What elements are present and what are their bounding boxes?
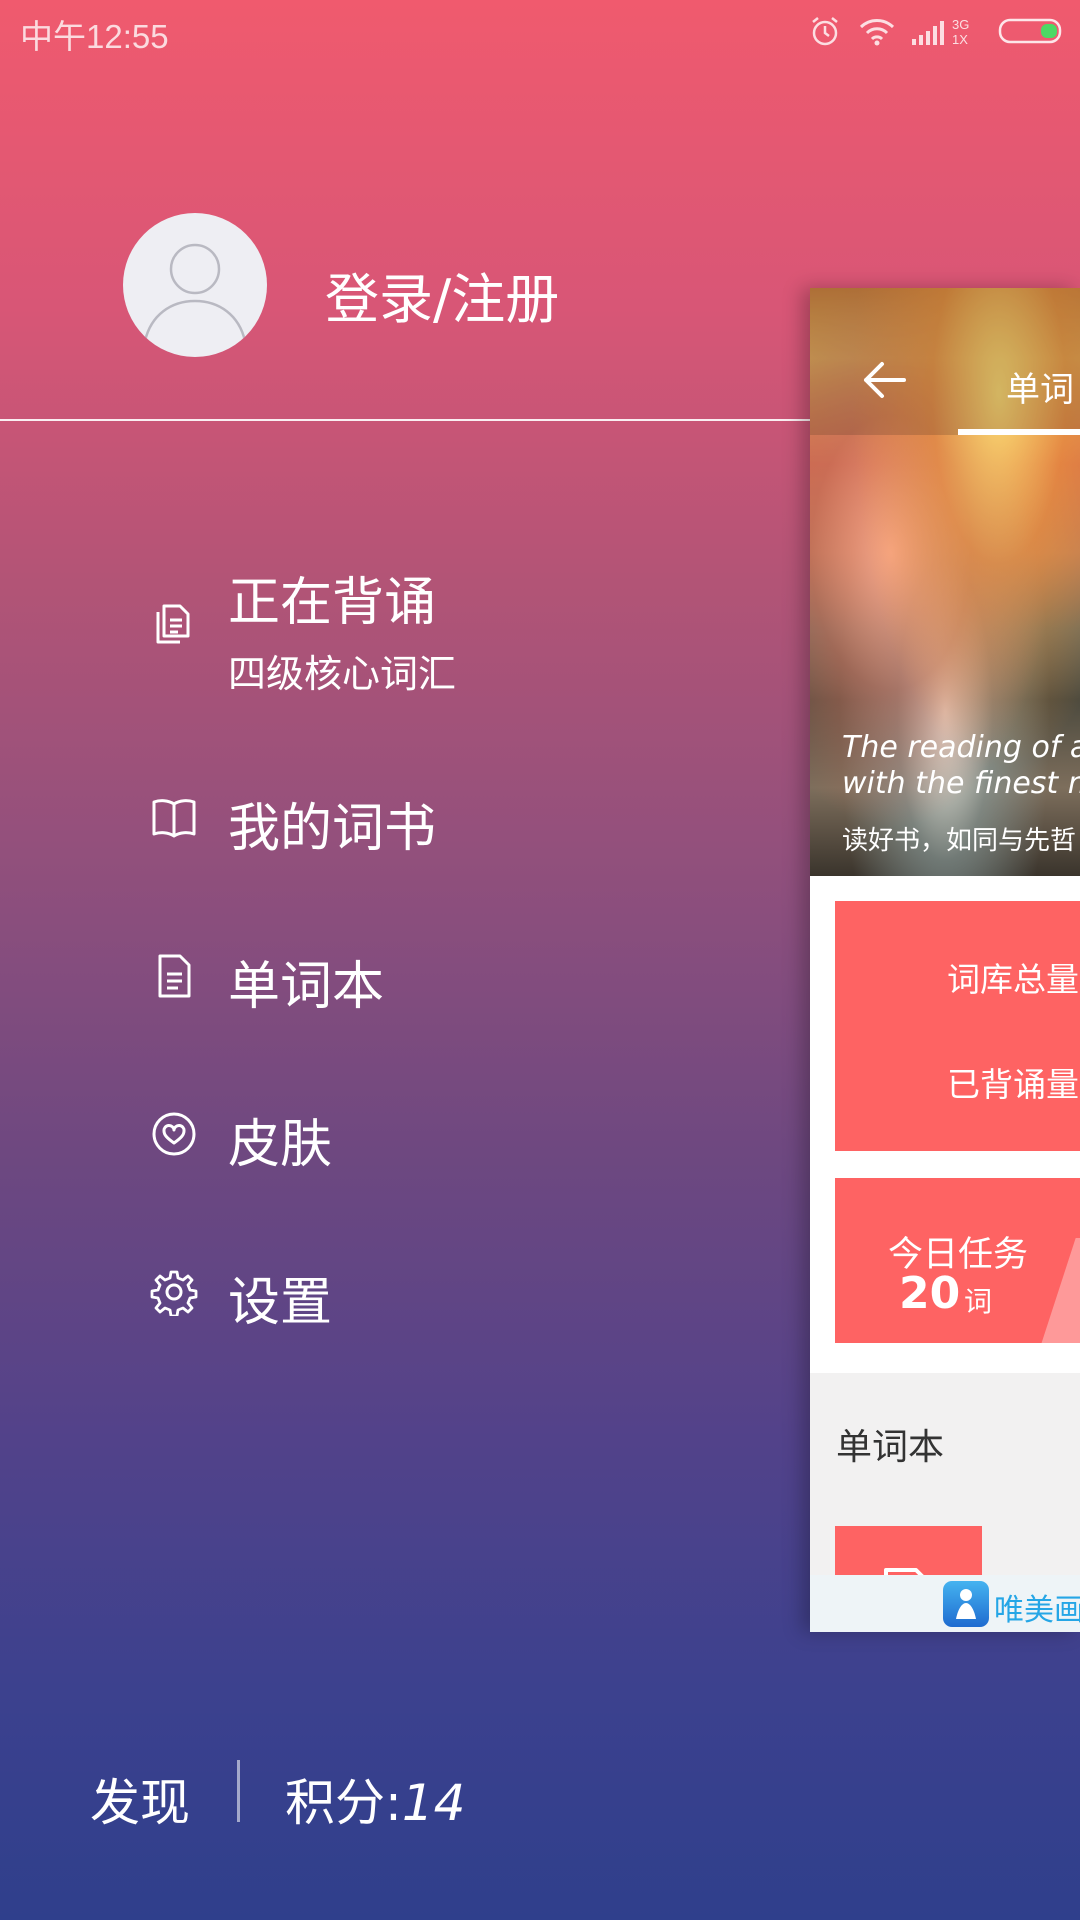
login-register-link[interactable]: 登录/注册 (325, 255, 559, 334)
menu-label-my-books: 我的词书 (228, 799, 437, 859)
bottom-separator (237, 1760, 240, 1822)
back-arrow-icon[interactable] (862, 360, 906, 400)
status-icons: 3G 1X (808, 14, 1066, 48)
menu-label-wordbook: 单词本 (228, 957, 385, 1017)
wifi-icon (859, 19, 895, 46)
main-screen-preview[interactable]: 单词 The reading of all with the finest me… (810, 288, 1080, 1632)
menu-label-skin: 皮肤 (228, 1115, 333, 1175)
menu-item-skin[interactable]: 皮肤 (0, 1102, 800, 1175)
learned-words-label: 已背诵量: (947, 1065, 1080, 1104)
discover-button[interactable]: 发现 (90, 1763, 190, 1835)
svg-text:3G: 3G (952, 17, 969, 32)
points-display[interactable]: 积分:14 (285, 1763, 465, 1835)
app-logo-icon (943, 1581, 989, 1627)
tab-words[interactable]: 单词 (1006, 362, 1074, 411)
bottom-bar: 发现 积分:14 (0, 1740, 810, 1850)
wordbook-title: 单词本 (836, 1427, 945, 1468)
menu-label-reciting: 正在背诵 (228, 573, 437, 633)
menu-label-settings: 设置 (228, 1273, 333, 1333)
ad-banner[interactable]: 唯美画 (810, 1575, 1080, 1632)
today-task-count: 20 (899, 1268, 961, 1319)
total-words-label: 词库总量: (947, 960, 1080, 999)
open-book-icon (152, 799, 196, 838)
ad-text: 唯美画 (994, 1593, 1080, 1628)
heart-circle-icon (152, 1112, 196, 1156)
card-decoration (1038, 1238, 1080, 1353)
gear-icon (150, 1270, 198, 1316)
battery-icon (998, 18, 1062, 44)
document-icon (158, 954, 191, 998)
points-value: 14 (401, 1774, 466, 1832)
today-task-card[interactable]: 今日任务 20 词 (835, 1178, 1080, 1353)
svg-text:1X: 1X (952, 32, 968, 47)
user-avatar-icon (143, 243, 247, 342)
hero-painting: 单词 The reading of all with the finest me… (810, 288, 1080, 876)
menu-item-my-books[interactable]: 我的词书 (0, 786, 800, 859)
menu-item-reciting[interactable]: 正在背诵 四级核心词汇 (0, 560, 800, 700)
avatar[interactable] (123, 213, 267, 357)
signal-icon: 3G 1X (912, 17, 969, 47)
status-bar: 中午12:55 3G 1X (0, 0, 1080, 60)
quote-english: The reading of all with the finest me (842, 730, 1080, 802)
documents-icon (156, 604, 190, 644)
divider (0, 419, 810, 421)
stats-card[interactable]: 词库总量: 已背诵量: (835, 901, 1080, 1151)
quote-english-line1: The reading of all (842, 730, 1080, 765)
current-book-name: 四级核心词汇 (228, 652, 457, 696)
menu-item-wordbook[interactable]: 单词本 (0, 944, 800, 1017)
alarm-icon (812, 17, 838, 46)
quote-english-line2: with the finest me (842, 766, 1080, 801)
today-task-unit: 词 (964, 1285, 993, 1318)
quote-chinese: 读好书，如同与先哲 (842, 826, 1077, 856)
menu-item-settings[interactable]: 设置 (0, 1260, 800, 1333)
status-time: 中午12:55 (20, 18, 169, 55)
tab-indicator (958, 429, 1080, 435)
points-label: 积分: (285, 1774, 402, 1832)
